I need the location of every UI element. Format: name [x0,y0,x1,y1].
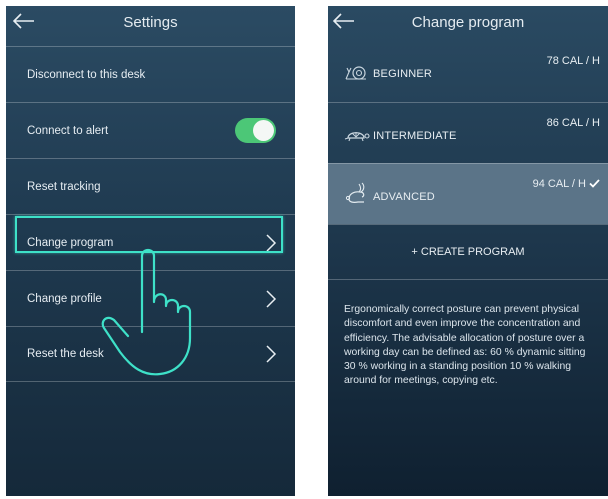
checkmark-icon [589,179,600,188]
settings-item-label: Disconnect to this desk [27,68,146,81]
posture-description: Ergonomically correct posture can preven… [344,304,586,387]
page-title: Settings [123,14,178,31]
toggle-knob [253,119,274,141]
alert-toggle[interactable] [235,117,276,143]
program-name: BEGINNER [373,68,433,80]
settings-header: Settings [6,6,295,41]
program-calories: 78 CAL / H [546,55,600,67]
change-program-header: Change program [328,6,608,41]
chevron-right-icon [266,289,277,308]
settings-item-label: Reset tracking [27,180,101,193]
settings-screen: Settings Disconnect to this desk Connect… [6,6,295,496]
program-calories: 94 CAL / H [532,178,586,190]
pointing-hand-icon [101,248,192,376]
create-program-button[interactable]: + CREATE PROGRAM [328,224,608,280]
turtle-icon [344,132,370,142]
snail-icon [345,66,366,80]
settings-item-disconnect[interactable]: Disconnect to this desk [6,46,295,102]
settings-item-connect-alert: Connect to alert [6,102,295,158]
settings-item-label: Connect to alert [27,124,109,137]
settings-item-reset-tracking[interactable]: Reset tracking [6,158,295,214]
chevron-right-icon [266,345,277,363]
rabbit-icon [345,182,365,203]
page-title: Change program [411,14,525,31]
program-name: INTERMEDIATE [373,130,457,142]
program-name: ADVANCED [373,191,435,203]
change-program-screen: Change program BEGINNER 78 CAL / H INTER… [328,6,608,496]
settings-item-label: Change profile [27,292,102,305]
settings-item-label: Reset the desk [27,348,104,360]
program-row-beginner[interactable]: BEGINNER 78 CAL / H [328,41,608,102]
program-row-intermediate[interactable]: INTERMEDIATE 86 CAL / H [328,102,608,163]
program-calories-selected: 94 CAL / H [533,178,600,190]
program-row-advanced[interactable]: ADVANCED 94 CAL / H [328,163,608,224]
program-calories: 86 CAL / H [546,117,600,129]
